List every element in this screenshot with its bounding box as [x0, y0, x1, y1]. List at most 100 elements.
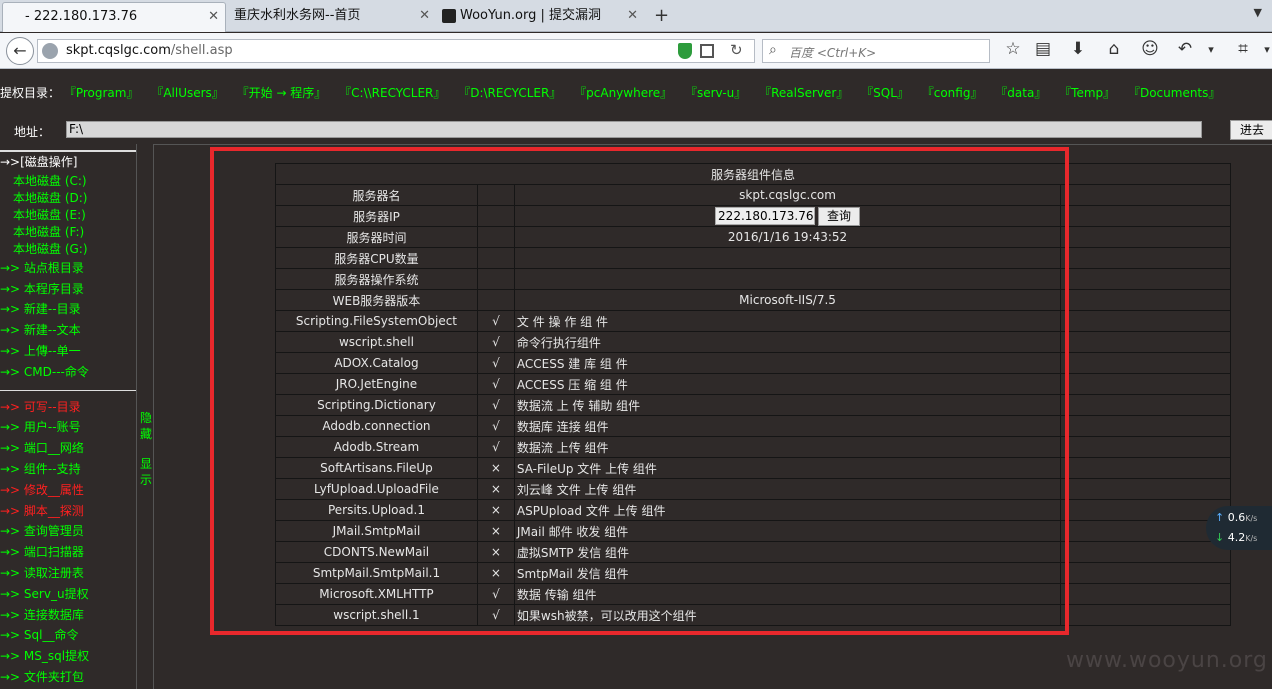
- reload-icon[interactable]: ↻: [730, 41, 743, 59]
- chevron-down-icon[interactable]: ▾: [1256, 43, 1272, 56]
- smiley-icon[interactable]: ☺: [1139, 39, 1161, 59]
- url-text[interactable]: skpt.cqslgc.com/shell.asp: [66, 43, 233, 58]
- component-status: ×: [476, 520, 515, 542]
- priv-link-realserver[interactable]: 『RealServer』: [759, 86, 848, 100]
- priv-link-data[interactable]: 『data』: [995, 86, 1046, 100]
- download-icon[interactable]: ⬇: [1067, 39, 1089, 59]
- server-name-label: 服务器名: [275, 184, 478, 206]
- server-time-label: 服务器时间: [275, 226, 478, 248]
- close-icon[interactable]: ✕: [627, 2, 638, 30]
- new-tab-button[interactable]: +: [654, 4, 669, 28]
- home-icon[interactable]: ⌂: [1103, 39, 1125, 59]
- sidebar-drive-item[interactable]: 本地磁盘 (G:): [0, 241, 136, 258]
- close-icon[interactable]: ✕: [419, 2, 430, 30]
- priv-link-c-recycler[interactable]: 『C:\\RECYCLER』: [339, 86, 445, 100]
- sidebar-item[interactable]: →> 端口__网络: [0, 438, 136, 459]
- priv-link-serv-u[interactable]: 『serv-u』: [685, 86, 746, 100]
- address-bar[interactable]: skpt.cqslgc.com/shell.asp ↻: [37, 39, 755, 63]
- component-description: 数据流 上传 组件: [513, 436, 1062, 458]
- component-name: JRO.JetEngine: [275, 373, 478, 395]
- priv-link-config[interactable]: 『config』: [922, 86, 983, 100]
- sidebar-drive-item[interactable]: 本地磁盘 (C:): [0, 173, 136, 190]
- component-status: √: [476, 373, 515, 395]
- wooyun-favicon-icon: [442, 9, 456, 23]
- sidebar-item[interactable]: →> 可写--目录: [0, 397, 136, 418]
- cpu-count-value: [513, 247, 1062, 269]
- sidebar-item[interactable]: →> 端口扫描器: [0, 542, 136, 563]
- server-ip-input[interactable]: 222.180.173.76: [715, 207, 816, 225]
- component-row: ADOX.Catalog √ ACCESS 建 库 组 件: [275, 352, 1231, 374]
- path-input[interactable]: F:\: [66, 121, 1202, 138]
- component-status: ×: [476, 499, 515, 521]
- tab-wooyun[interactable]: WooYun.org | 提交漏洞 ✕: [438, 2, 644, 32]
- component-description: 如果wsh被禁，可以改用这个组件: [513, 604, 1062, 626]
- query-button[interactable]: 查询: [818, 206, 861, 226]
- sidebar-item[interactable]: →> CMD---命令: [0, 362, 136, 383]
- show-sidebar-toggle[interactable]: 显示: [139, 456, 153, 488]
- priv-link-start-programs[interactable]: 『开始 → 程序』: [237, 86, 327, 100]
- disk-operations-header[interactable]: →>[磁盘操作]: [0, 152, 136, 173]
- component-status: ×: [476, 478, 515, 500]
- webshell-page: 提权目录： 『Program』 『AllUsers』 『开始 → 程序』 『C:…: [0, 70, 1272, 689]
- component-row: JRO.JetEngine √ ACCESS 压 缩 组 件: [275, 373, 1231, 395]
- path-label: 地址：: [14, 125, 51, 139]
- component-row: wscript.shell.1 √ 如果wsh被禁，可以改用这个组件: [275, 604, 1231, 626]
- priv-link-pcanywhere[interactable]: 『pcAnywhere』: [574, 86, 672, 100]
- priv-link-documents[interactable]: 『Documents』: [1128, 86, 1220, 100]
- priv-link-allusers[interactable]: 『AllUsers』: [151, 86, 223, 100]
- sidebar-item[interactable]: →> 查询管理员: [0, 521, 136, 542]
- sidebar-item[interactable]: →> 站点根目录: [0, 258, 136, 279]
- divider: [0, 389, 136, 391]
- tab-cqslgc[interactable]: 重庆水利水务网--首页 ✕: [226, 2, 436, 32]
- tab-title: - 222.180.173.76: [25, 9, 138, 24]
- reading-list-icon[interactable]: ▤: [1032, 39, 1054, 59]
- priv-link-program[interactable]: 『Program』: [64, 86, 139, 100]
- upload-speed: 0.6: [1227, 511, 1246, 524]
- sidebar-drive-item[interactable]: 本地磁盘 (D:): [0, 190, 136, 207]
- qr-code-icon[interactable]: [700, 44, 714, 58]
- sidebar-item[interactable]: →> 用户--账号: [0, 417, 136, 438]
- table-row: 服务器名 skpt.cqslgc.com: [275, 184, 1231, 206]
- component-status: ×: [476, 457, 515, 479]
- sidebar-item[interactable]: →> 连接数据库: [0, 605, 136, 626]
- component-row: Scripting.FileSystemObject √ 文 件 操 作 组 件: [275, 310, 1231, 332]
- tab-shell[interactable]: - 222.180.173.76 ✕: [2, 2, 226, 32]
- sidebar-item[interactable]: →> Serv_u提权: [0, 584, 136, 605]
- os-label: 服务器操作系统: [275, 268, 478, 290]
- shield-icon[interactable]: [678, 43, 692, 59]
- undo-icon[interactable]: ↶: [1174, 39, 1196, 59]
- sidebar-item[interactable]: →> MS_sql提权: [0, 646, 136, 667]
- sidebar-item[interactable]: →> 本程序目录: [0, 279, 136, 300]
- search-box[interactable]: ⌕ 百度 <Ctrl+K>: [762, 39, 990, 63]
- hide-sidebar-toggle[interactable]: 隐藏: [139, 410, 153, 442]
- priv-link-temp[interactable]: 『Temp』: [1059, 86, 1115, 100]
- sidebar-item[interactable]: →> 上傳--单一: [0, 341, 136, 362]
- component-description: ASPUpload 文件 上传 组件: [513, 499, 1062, 521]
- go-button[interactable]: 进去: [1230, 120, 1272, 140]
- sidebar-item[interactable]: →> 新建--文本: [0, 320, 136, 341]
- network-speed-widget[interactable]: ↑ 0.6K/s ↓ 4.2K/s: [1206, 506, 1272, 550]
- sidebar-drive-item[interactable]: 本地磁盘 (E:): [0, 207, 136, 224]
- priv-link-d-recycler[interactable]: 『D:\RECYCLER』: [458, 86, 561, 100]
- sidebar-item[interactable]: →> 新建--目录: [0, 299, 136, 320]
- sidebar-item[interactable]: →> 脚本__探测: [0, 501, 136, 522]
- sidebar-item[interactable]: →> 读取注册表: [0, 563, 136, 584]
- sidebar-item[interactable]: →> Sql__命令: [0, 625, 136, 646]
- privilege-directory-nav: 提权目录： 『Program』 『AllUsers』 『开始 → 程序』 『C:…: [0, 84, 1229, 101]
- component-name: Scripting.Dictionary: [275, 394, 478, 416]
- sidebar-item[interactable]: →> 组件--支持: [0, 459, 136, 480]
- sidebar-drive-item[interactable]: 本地磁盘 (F:): [0, 224, 136, 241]
- sidebar-item[interactable]: →> 文件夹打包: [0, 667, 136, 688]
- component-row: Persits.Upload.1 × ASPUpload 文件 上传 组件: [275, 499, 1231, 521]
- back-arrow-icon[interactable]: ←: [6, 37, 34, 65]
- component-name: LyfUpload.UploadFile: [275, 478, 478, 500]
- close-icon[interactable]: ✕: [208, 3, 219, 31]
- tab-list-chevron-icon[interactable]: ▼: [1254, 6, 1262, 19]
- sidebar-item[interactable]: →> 修改__属性: [0, 480, 136, 501]
- crop-icon[interactable]: ⌗: [1232, 39, 1254, 59]
- priv-link-sql[interactable]: 『SQL』: [861, 86, 909, 100]
- component-description: SmtpMail 发信 组件: [513, 562, 1062, 584]
- bookmark-star-icon[interactable]: ☆: [1002, 39, 1024, 59]
- chevron-down-icon[interactable]: ▾: [1200, 43, 1222, 56]
- component-description: JMail 邮件 收发 组件: [513, 520, 1062, 542]
